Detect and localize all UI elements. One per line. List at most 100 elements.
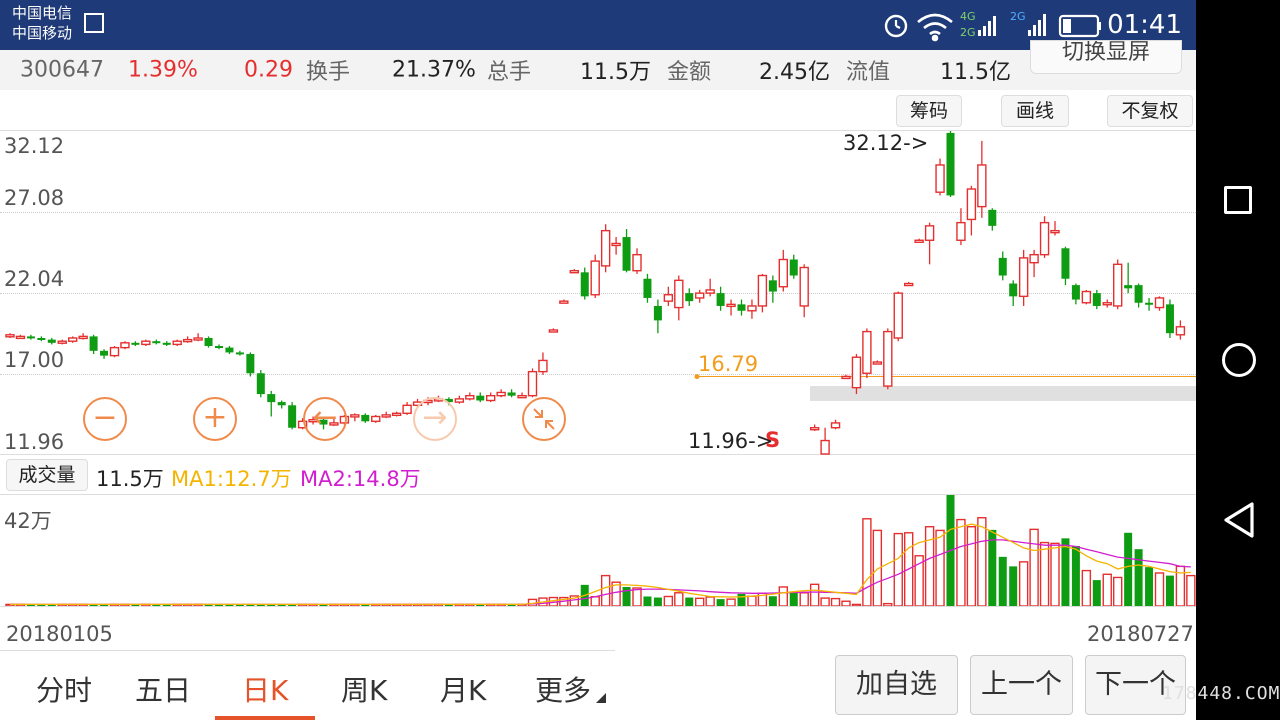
carrier-1: 中国电信 <box>12 4 73 22</box>
y-tick-label: 27.08 <box>4 186 65 210</box>
tab-intraday[interactable]: 分时 <box>36 669 92 709</box>
candle-body <box>956 221 966 241</box>
candle-body <box>507 392 516 396</box>
recent-apps-icon[interactable] <box>1224 186 1252 214</box>
tab-daily-k[interactable]: 日K <box>242 669 288 709</box>
volume-bar <box>1061 538 1070 606</box>
volume-bar <box>527 598 538 607</box>
candle-body <box>235 352 244 355</box>
volume-selector[interactable]: 成交量 <box>6 459 88 491</box>
candle-body <box>737 304 746 311</box>
volume-bar <box>1134 549 1143 606</box>
candle-body <box>371 415 381 423</box>
tab-weekly-k[interactable]: 周K <box>341 669 387 709</box>
add-to-watchlist-button[interactable]: 加自选 <box>835 655 958 715</box>
candle-body <box>15 335 26 340</box>
adjust-button[interactable]: 不复权 <box>1107 95 1193 127</box>
candle-body <box>1009 283 1018 297</box>
candle-body <box>1102 302 1112 306</box>
volume-bar <box>1050 542 1060 607</box>
candle-body <box>277 402 286 406</box>
candle-body <box>476 395 485 401</box>
stock-code: 300647 <box>20 57 104 83</box>
candle-body <box>1039 221 1050 256</box>
candle-body <box>893 292 903 339</box>
candle-body <box>402 404 412 415</box>
volume-bar <box>559 596 569 607</box>
volume-bar <box>1018 561 1029 607</box>
chips-button[interactable]: 筹码 <box>896 95 962 127</box>
tab-five-day[interactable]: 五日 <box>135 669 191 709</box>
reference-label: 16.79 <box>698 352 759 376</box>
volume-bar <box>1124 532 1133 606</box>
candle-body <box>1061 248 1070 279</box>
low-marker: S <box>765 428 781 452</box>
float-label: 流值 <box>846 60 891 85</box>
volume-bar <box>1154 572 1165 607</box>
reset-zoom-button[interactable] <box>522 397 566 441</box>
y-tick-label: 17.00 <box>4 348 65 372</box>
y-tick-label: 32.12 <box>4 134 65 158</box>
candle-body <box>1018 257 1029 298</box>
home-icon[interactable] <box>1222 343 1256 377</box>
candle-body <box>47 339 56 343</box>
volume-bar <box>778 586 788 607</box>
highlight-band <box>810 386 1196 401</box>
candle-body <box>465 394 475 400</box>
volume-bar <box>726 598 736 607</box>
volume-bar <box>830 597 841 607</box>
volume-bar <box>1081 569 1092 607</box>
candle-body <box>26 336 35 339</box>
volume-bar <box>1175 565 1186 607</box>
volume-bar <box>538 597 548 607</box>
active-tab-indicator <box>215 716 315 720</box>
volume-ma1: MA1:12.7万 <box>171 467 292 491</box>
volume-bar <box>977 517 987 607</box>
volume-bar <box>956 518 966 607</box>
candle-body <box>569 270 579 274</box>
back-icon[interactable] <box>1220 500 1260 540</box>
pan-right-button[interactable]: → <box>413 397 457 441</box>
chart-bottom-border <box>0 454 1196 455</box>
candle-body <box>809 427 820 431</box>
clock: 01:41 <box>1107 10 1182 40</box>
candle-body <box>538 359 548 373</box>
candle-body <box>966 188 977 221</box>
candle-body <box>5 334 15 338</box>
candle-body <box>851 356 862 389</box>
volume-bar <box>935 529 945 607</box>
zoom-in-button[interactable]: + <box>193 397 237 441</box>
candle-body <box>215 346 223 349</box>
volume-bar <box>716 599 725 606</box>
candle-body <box>611 242 621 247</box>
candle-body <box>632 253 642 272</box>
reference-line <box>696 376 1196 377</box>
candle-body <box>685 293 694 302</box>
candle-body <box>141 340 151 346</box>
volume-bar <box>737 593 746 606</box>
candle-body <box>204 338 213 347</box>
candle-body <box>57 340 67 344</box>
previous-stock-button[interactable]: 上一个 <box>970 655 1073 715</box>
volume-bar <box>862 518 872 607</box>
change-value: 0.29 <box>244 57 293 83</box>
volume-bar <box>632 587 642 607</box>
candle-body <box>256 373 265 395</box>
candle-body <box>883 330 893 387</box>
volume-bar <box>653 597 662 606</box>
candle-body <box>600 229 611 267</box>
y-tick-label: 22.04 <box>4 267 65 291</box>
tab-monthly-k[interactable]: 月K <box>440 669 486 709</box>
tab-more[interactable]: 更多 <box>535 669 591 709</box>
carrier-2: 中国移动 <box>12 24 73 42</box>
candle-body <box>590 260 600 296</box>
draw-line-button[interactable]: 画线 <box>1001 95 1069 127</box>
volume-y-tick: 42万 <box>4 509 52 533</box>
network-label-2: 2G <box>960 26 976 39</box>
candle-body <box>862 330 872 374</box>
zoom-out-button[interactable]: − <box>83 397 127 441</box>
pan-left-button[interactable]: ← <box>303 397 347 441</box>
candle-body <box>924 225 935 241</box>
candle-body <box>653 305 662 321</box>
switch-screen-button[interactable]: 切换显屏 <box>1030 40 1182 74</box>
